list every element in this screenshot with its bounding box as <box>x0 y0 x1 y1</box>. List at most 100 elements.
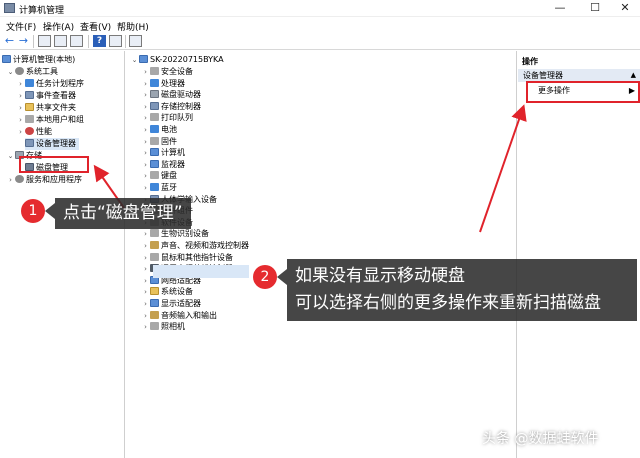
close-button[interactable]: ✕ <box>610 0 640 17</box>
show-hide-tree-icon[interactable] <box>54 35 67 47</box>
expand-chevron-icon[interactable]: › <box>141 286 150 298</box>
device-category-row[interactable]: › 磁盘驱动器 <box>141 89 201 101</box>
menu-help[interactable]: 帮助(H) <box>117 20 149 33</box>
tree-label: 本地用户和组 <box>36 115 84 124</box>
device-category-label: 照相机 <box>161 322 185 332</box>
expand-chevron-icon[interactable]: › <box>16 78 25 90</box>
collapse-chevron-icon[interactable]: ⌄ <box>6 66 15 78</box>
device-category-icon <box>150 148 159 157</box>
expand-chevron-icon[interactable]: › <box>141 182 150 194</box>
device-category-row[interactable]: › 计算机 <box>141 147 185 159</box>
device-category-row[interactable]: › 监视器 <box>141 159 185 171</box>
services-icon <box>15 175 24 183</box>
device-category-icon <box>150 322 159 331</box>
menu-bar: 文件(F) 操作(A) 查看(V) 帮助(H) <box>0 18 640 33</box>
expand-chevron-icon[interactable]: › <box>141 136 150 148</box>
expand-chevron-icon[interactable]: › <box>141 252 150 264</box>
disk-management-highlight <box>19 156 89 173</box>
tree-system-tools[interactable]: ⌄ 系统工具 <box>6 66 58 78</box>
tree-root[interactable]: 计算机管理(本地) <box>2 54 75 66</box>
expand-chevron-icon[interactable]: › <box>141 112 150 124</box>
expand-chevron-icon[interactable]: › <box>141 275 150 287</box>
device-category-row[interactable]: › 系统设备 <box>141 286 193 298</box>
up-folder-icon[interactable] <box>38 35 51 47</box>
clock-icon <box>25 79 34 87</box>
device-category-row[interactable]: › 鼠标和其他指针设备 <box>141 252 233 264</box>
device-category-row[interactable]: › 存储控制器 <box>141 101 201 113</box>
menu-action[interactable]: 操作(A) <box>43 20 74 33</box>
tree-shared-folders[interactable]: › 共享文件夹 <box>16 102 76 114</box>
action-pane-icon[interactable] <box>109 35 122 47</box>
properties-icon[interactable] <box>70 35 83 47</box>
device-category-label: 声音、视频和游戏控制器 <box>161 241 249 250</box>
computer-management-icon <box>2 55 11 63</box>
expand-chevron-icon[interactable]: › <box>141 298 150 310</box>
device-category-icon <box>150 229 159 238</box>
annotation-2-line-1: 如果没有显示移动硬盘 <box>295 266 465 286</box>
expand-chevron-icon[interactable]: › <box>141 147 150 159</box>
expand-chevron-icon[interactable]: › <box>141 78 150 90</box>
device-category-row[interactable]: › 安全设备 <box>141 66 193 78</box>
expand-chevron-icon[interactable]: › <box>141 240 150 252</box>
forward-arrow-icon[interactable]: → <box>17 35 30 47</box>
monitor-icon[interactable] <box>129 35 142 47</box>
expand-chevron-icon[interactable]: › <box>141 263 150 275</box>
tree-label: 共享文件夹 <box>36 103 76 112</box>
device-category-label: 蓝牙 <box>161 183 177 192</box>
expand-chevron-icon[interactable]: › <box>141 310 150 322</box>
usb-selection-highlight <box>153 265 249 278</box>
folder-icon <box>25 103 34 111</box>
expand-chevron-icon[interactable]: › <box>16 114 25 126</box>
annotation-2-line-2: 可以选择右侧的更多操作来重新扫描磁盘 <box>295 293 601 313</box>
expand-chevron-icon[interactable]: › <box>141 321 150 333</box>
performance-icon <box>25 127 34 135</box>
device-category-row[interactable]: › 键盘 <box>141 170 177 182</box>
device-category-row[interactable]: › 音频输入和输出 <box>141 310 217 322</box>
device-category-row[interactable]: › 生物识别设备 <box>141 228 209 240</box>
device-category-icon <box>150 159 159 168</box>
menu-file[interactable]: 文件(F) <box>6 20 36 33</box>
device-category-row[interactable]: › 打印队列 <box>141 112 193 124</box>
help-icon[interactable]: ? <box>93 35 106 47</box>
device-category-row[interactable]: › 显示适配器 <box>141 298 201 310</box>
device-root[interactable]: ⌄ SK-20220715BYKA <box>130 54 224 66</box>
console-tree-pane: 计算机管理(本地) ⌄ 系统工具 › 任务计划程序 › 事件查看器 › 共享文件夹 › 本… <box>0 51 125 458</box>
tree-device-manager[interactable]: 设备管理器 <box>25 138 79 150</box>
device-category-row[interactable]: › 照相机 <box>141 321 185 333</box>
device-category-icon <box>150 241 159 249</box>
collapse-chevron-icon[interactable]: ⌄ <box>6 150 15 162</box>
tree-event-viewer[interactable]: › 事件查看器 <box>16 90 76 102</box>
tree-local-users[interactable]: › 本地用户和组 <box>16 114 84 126</box>
expand-chevron-icon[interactable]: › <box>141 101 150 113</box>
tree-services[interactable]: › 服务和应用程序 <box>6 174 82 186</box>
device-category-row[interactable]: › 蓝牙 <box>141 182 177 194</box>
minimize-button[interactable]: — <box>545 0 575 17</box>
device-category-label: 键盘 <box>161 171 177 181</box>
watermark: 头条 @数据蛙软件 <box>482 431 599 447</box>
device-category-label: 处理器 <box>161 78 185 88</box>
expand-chevron-icon[interactable]: › <box>16 126 25 138</box>
back-arrow-icon[interactable]: ← <box>3 35 16 47</box>
maximize-button[interactable]: ☐ <box>580 0 610 17</box>
device-category-row[interactable]: › 固件 <box>141 136 177 148</box>
device-category-label: 安全设备 <box>161 67 193 76</box>
expand-chevron-icon[interactable]: › <box>16 102 25 114</box>
expand-chevron-icon[interactable]: › <box>141 124 150 136</box>
expand-chevron-icon[interactable]: › <box>141 170 150 182</box>
expand-chevron-icon[interactable]: › <box>141 89 150 101</box>
expand-chevron-icon[interactable]: › <box>6 174 15 186</box>
device-category-row[interactable]: › 声音、视频和游戏控制器 <box>141 240 249 252</box>
device-category-icon <box>150 310 159 319</box>
device-category-row[interactable]: › 电池 <box>141 124 177 136</box>
expand-chevron-icon[interactable]: › <box>16 90 25 102</box>
device-category-label: 系统设备 <box>161 287 193 297</box>
collapse-chevron-icon[interactable]: ⌄ <box>130 54 139 66</box>
expand-chevron-icon[interactable]: › <box>141 228 150 240</box>
tree-task-scheduler[interactable]: › 任务计划程序 <box>16 78 84 90</box>
device-category-label: 生物识别设备 <box>161 229 209 239</box>
menu-view[interactable]: 查看(V) <box>80 20 111 33</box>
expand-chevron-icon[interactable]: › <box>141 159 150 171</box>
device-category-row[interactable]: › 处理器 <box>141 78 185 90</box>
tree-performance[interactable]: › 性能 <box>16 126 52 138</box>
expand-chevron-icon[interactable]: › <box>141 66 150 78</box>
